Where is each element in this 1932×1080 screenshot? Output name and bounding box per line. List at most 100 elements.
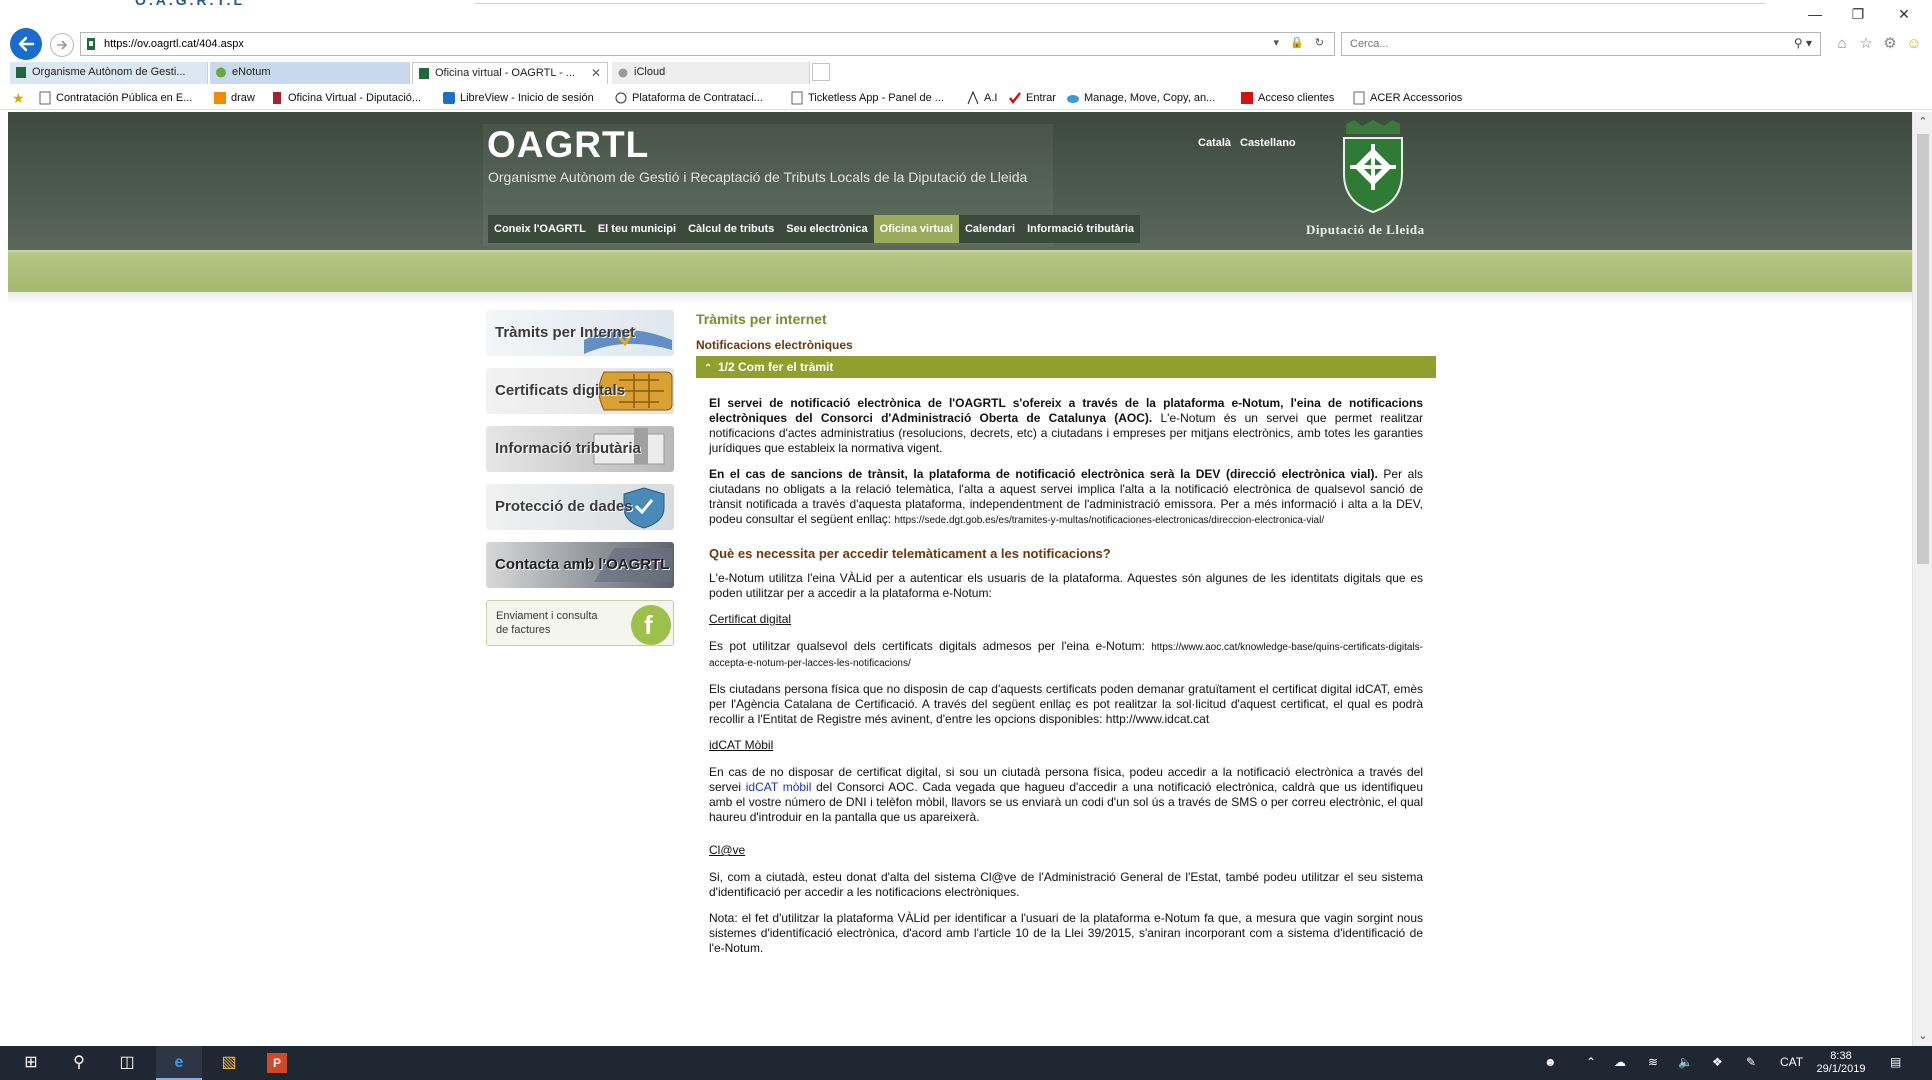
add-favorites-icon[interactable]: ★ [12,90,30,108]
search-input[interactable] [1350,36,1770,52]
settings-gear-icon[interactable]: ⚙ [1880,34,1900,54]
dev-link[interactable]: https://sede.dgt.gob.es/es/tramites-y-mu… [894,515,1324,526]
back-button[interactable] [10,28,42,60]
notifications-icon[interactable]: ▤ [1890,1055,1901,1069]
scroll-up-icon[interactable]: ⌃ [1913,114,1932,130]
nav-calcul[interactable]: Càlcul de tributs [682,215,780,243]
svg-text:f: f [644,610,653,640]
address-row: ▾ 🔒 ↻ ⚲ ▾ ⌂ ☆ ⚙ ☺ [0,28,1932,60]
page-scrollbar[interactable]: ⌃ ⌄ [1912,112,1932,1046]
clock-date: 29/1/2019 [1816,1063,1866,1075]
sidebar-item-certificats[interactable]: Certificats digitals [486,368,674,414]
section-toggle-bar[interactable]: ⌃ 1/2 Com fer el tràmit [696,356,1436,378]
paragraph-idcat: Els ciutadans persona física que no disp… [709,682,1423,726]
sidebar-item-proteccio[interactable]: Protecció de dades [486,484,674,530]
tab-label: Organisme Autònom de Gesti... [32,66,186,78]
minimize-icon[interactable]: — [1795,6,1835,24]
content-subtitle: Notificacions electròniques [696,338,853,352]
heading-certificat: Certificat digital [709,612,792,626]
nav-informacio[interactable]: Informació tributària [1021,215,1140,243]
internet-explorer-icon[interactable]: e [156,1046,202,1080]
url-input[interactable] [104,35,1204,53]
favorite-item[interactable]: Plataforma de Contrataci... [614,90,763,106]
onedrive-cloud-icon[interactable]: ☁ [1614,1055,1626,1069]
tab-oficina-virtual[interactable]: Oficina virtual - OAGRTL - ... ✕ [412,62,608,84]
start-windows-icon[interactable]: ⊞ [8,1046,54,1080]
browser-window: O.A.G.R.T.L — ❐ ✕ ▾ 🔒 ↻ ⚲ ▾ ⌂ ☆ ⚙ ☺ Orga… [0,0,1932,1080]
content-body: El servei de notificació electrònica de … [696,378,1436,956]
forward-button[interactable] [50,33,74,57]
tab-icloud[interactable]: iCloud [612,62,810,84]
favorite-item[interactable]: Ticketless App - Panel de ... [790,90,944,106]
input-language[interactable]: CAT [1780,1055,1803,1069]
show-hidden-icons-icon[interactable]: ⌃ [1586,1055,1596,1069]
tab-label: iCloud [634,66,666,78]
nav-municipi[interactable]: El teu municipi [592,215,682,243]
task-view-icon[interactable]: ◫ [104,1046,150,1080]
paragraph-clave: Si, com a ciutadà, esteu donat d'alta de… [709,870,1423,899]
pen-icon[interactable]: ✎ [1746,1055,1756,1069]
dropbox-icon[interactable]: ❖ [1712,1055,1723,1069]
heading-clave: Cl@ve [709,843,746,857]
search-icon[interactable]: ⚲ [56,1046,102,1080]
content-title: Tràmits per internet [696,311,827,327]
powerpoint-icon[interactable]: P [254,1046,300,1080]
sidebar-item-factures[interactable]: f Enviament i consulta de factures [486,600,674,646]
favorites-star-icon[interactable]: ☆ [1856,34,1876,54]
address-bar[interactable]: ▾ 🔒 ↻ [80,32,1335,56]
clock[interactable]: 8:38 29/1/2019 [1816,1050,1866,1076]
main-content: Tràmits per internet Notificacions elect… [696,311,1436,967]
libreview-icon [443,92,455,104]
clock-time: 8:38 [1830,1050,1852,1062]
scroll-down-icon[interactable]: ⌄ [1913,1028,1932,1044]
lang-castellano[interactable]: Castellano [1240,137,1296,149]
search-box[interactable]: ⚲ ▾ [1341,32,1821,56]
sidebar-item-informacio[interactable]: Informació tributària [486,426,674,472]
sidebar-item-contacta[interactable]: Contacta amb l'OAGRTL [486,542,674,588]
nav-calendari[interactable]: Calendari [959,215,1021,243]
feedback-smiley-icon[interactable]: ☺ [1904,34,1924,54]
idcat-mobil-link[interactable]: idCAT mòbil [746,780,812,794]
favorite-item[interactable]: draw [213,90,255,106]
restore-icon[interactable]: ❐ [1838,6,1878,24]
search-icon[interactable]: ⚲ ▾ [1794,36,1812,50]
file-explorer-icon[interactable]: ▧ [206,1046,252,1080]
paragraph-nota: Nota: el fet d'utilitzar la plataforma V… [709,911,1423,955]
address-actions-icon[interactable]: ▾ 🔒 ↻ [1273,36,1328,49]
page-icon [1353,91,1365,105]
favorite-label: Entrar [1026,92,1056,104]
idcat-mobil-text-b: del Consorci AOC. Cada vegada que hagueu… [709,780,1424,824]
people-icon[interactable]: ☻ [1544,1055,1557,1069]
volume-icon[interactable]: 🔈 [1678,1055,1693,1069]
favorite-label: A.I [984,92,998,104]
favorite-item[interactable]: LibreView - Inicio de sesión [442,90,594,106]
wifi-icon[interactable]: ≋ [1648,1055,1658,1069]
scroll-thumb[interactable] [1917,134,1929,564]
nav-oficina-virtual[interactable]: Oficina virtual [873,215,959,243]
nav-seu[interactable]: Seu electrònica [780,215,873,243]
lang-catala[interactable]: Català [1198,137,1231,149]
tab-label: Oficina virtual - OAGRTL - ... [435,67,575,79]
diputacio-crest-icon[interactable] [1338,120,1408,214]
paragraph-valid: L'e-Notum utilitza l'eina VÀLid per a au… [709,571,1423,600]
favorite-item[interactable]: Oficina Virtual - Diputació... [270,90,421,106]
chevron-up-icon: ⌃ [704,363,713,374]
close-window-icon[interactable]: ✕ [1884,6,1924,24]
tab-favicon-icon [419,68,429,79]
favorite-item[interactable]: A.I [966,90,997,106]
favorite-item[interactable]: Acceso clientes [1240,90,1334,106]
favorite-item[interactable]: Contratación Pública en E... [38,90,192,106]
nav-coneix[interactable]: Coneix l'OAGRTL [488,215,592,243]
sidebar-item-label: Enviament i consulta de factures [496,610,598,636]
favorite-item[interactable]: Manage, Move, Copy, an... [1066,90,1215,106]
tab-organisme[interactable]: Organisme Autònom de Gesti... [10,62,208,84]
favorite-item[interactable]: Entrar [1008,90,1056,106]
tab-enotum[interactable]: eNotum [210,62,410,84]
new-tab-button[interactable] [812,63,830,81]
title-fragment: O.A.G.R.T.L [135,0,245,8]
tab-close-icon[interactable]: ✕ [591,63,601,83]
home-icon[interactable]: ⌂ [1832,34,1852,54]
favorite-item[interactable]: ACER Accessorios [1352,90,1462,106]
site-name[interactable]: OAGRTL [487,124,649,166]
sidebar-item-tramits[interactable]: Tràmits per Internet [486,310,674,356]
